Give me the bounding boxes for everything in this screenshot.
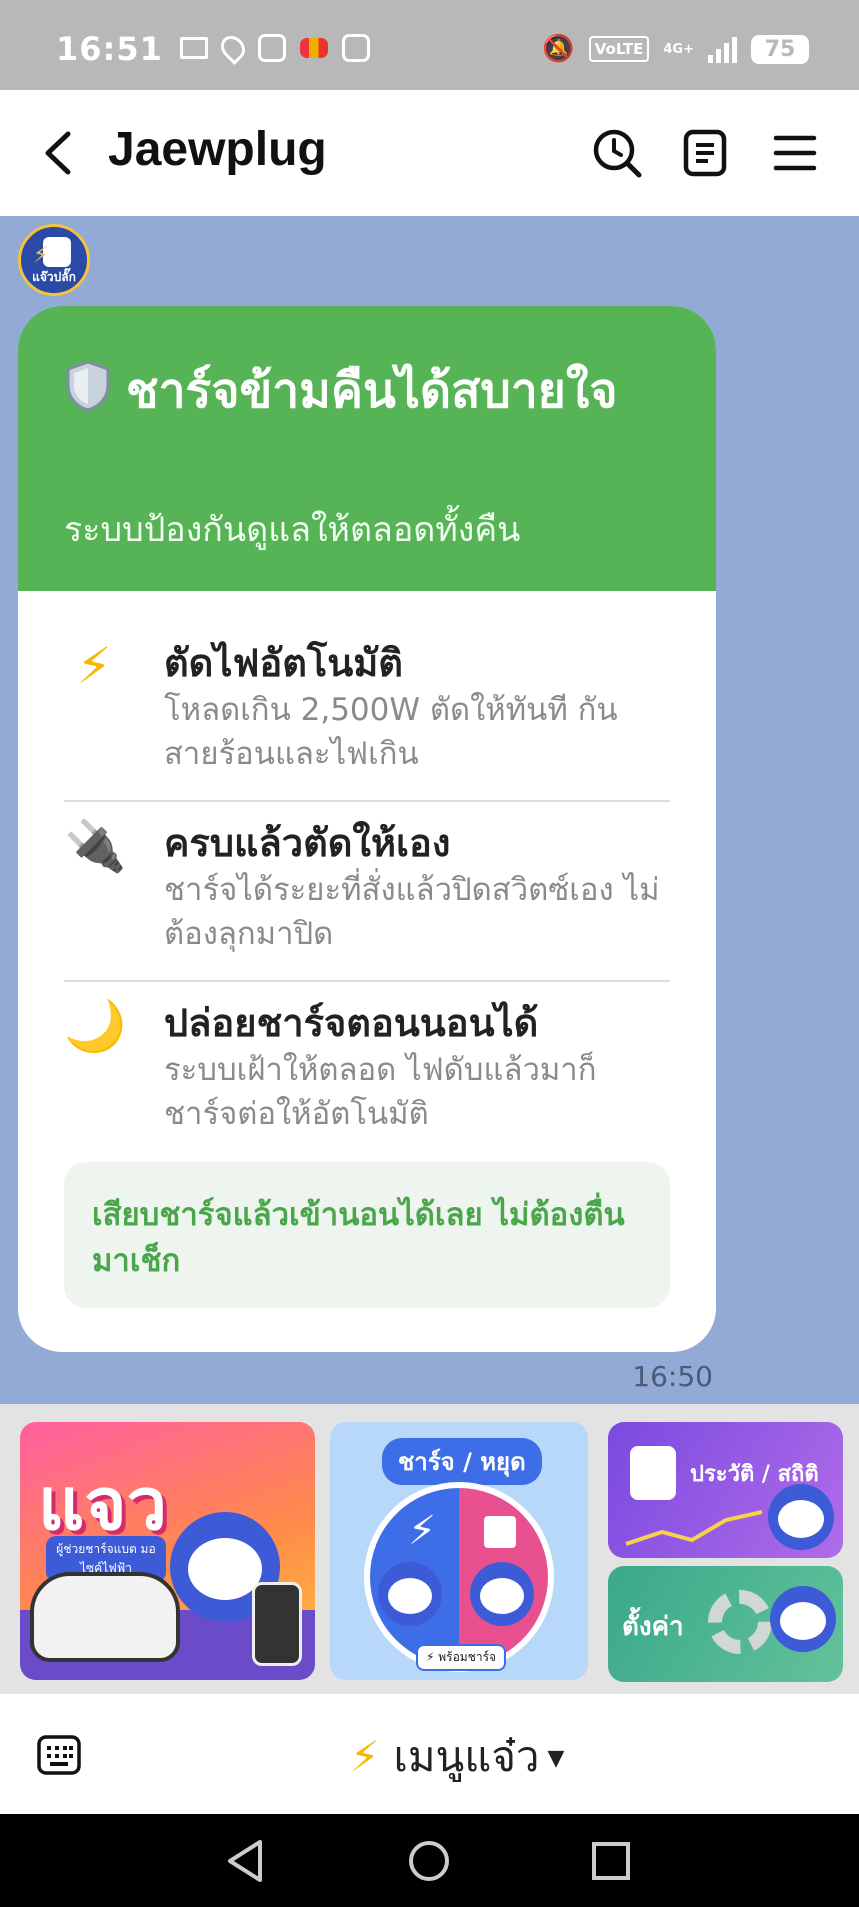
charger-icon: [252, 1582, 302, 1666]
location-icon: [216, 31, 250, 65]
feature-description: ชาร์จได้ระยะที่สั่งแล้วปิดสวิตซ์เอง ไม่ต…: [164, 872, 660, 952]
rich-menu-charge-stop-tile[interactable]: ชาร์จ / หยุด ⚡ ⚡ พร้อมชาร์จ: [330, 1422, 588, 1680]
status-time: 16:51: [56, 30, 163, 68]
tile-settings-label: ตั้งค่า: [622, 1612, 684, 1642]
shield-icon: [66, 360, 110, 412]
feature-title: ปล่อยชาร์จตอนนอนได้: [164, 1001, 539, 1045]
lightning-icon: ⚡: [76, 637, 112, 695]
menu-toggle-label: เมนูแจ๋ว: [393, 1732, 540, 1781]
android-nav-bar: [0, 1814, 859, 1907]
search-icon[interactable]: [590, 126, 644, 180]
chat-title: Jaewplug: [108, 123, 327, 176]
lightning-icon: ⚡: [350, 1732, 380, 1781]
mascot-robot-icon: [378, 1562, 442, 1626]
rich-menu-history-tile[interactable]: ประวัติ / สถิติ: [608, 1422, 843, 1558]
chart-clipboard-icon: [630, 1446, 676, 1500]
nav-recents-icon[interactable]: [584, 1834, 638, 1888]
signal-icon: [708, 35, 737, 63]
network-type: 4G+: [663, 41, 694, 57]
plug-icon: 🔌: [64, 817, 127, 875]
ready-to-charge-badge: ⚡ พร้อมชาร์จ: [416, 1644, 507, 1671]
rich-menu: แจว ผู้ช่วยชาร์จแบต มอไซค์ไฟฟ้า ชาร์จ / …: [0, 1404, 859, 1694]
stop-square-icon: [484, 1516, 516, 1548]
rich-menu-toggle[interactable]: ⚡ เมนูแจ๋ว ▼: [350, 1724, 564, 1790]
keyboard-icon[interactable]: [36, 1734, 82, 1776]
feature-description: ระบบเฝ้าให้ตลอด ไฟดับแล้วมาก็ชาร์จต่อให้…: [164, 1052, 597, 1132]
chat-area[interactable]: ⚡ แจ๊วปลั๊ก ชาร์จข้ามคืนได้สบายใจ ระบบป้…: [0, 216, 859, 1404]
nav-back-icon[interactable]: [220, 1834, 274, 1888]
note-box: เสียบชาร์จแล้วเข้านอนได้เลย ไม่ต้องตื่นม…: [64, 1162, 670, 1308]
status-bar: 16:51 🔕 VoLTE 4G+ 75: [0, 0, 859, 90]
gear-icon: [708, 1590, 772, 1654]
scooter-icon: [30, 1572, 180, 1662]
rich-menu-settings-tile[interactable]: ตั้งค่า: [608, 1566, 843, 1682]
back-arrow-icon[interactable]: [40, 130, 80, 176]
divider: [64, 800, 670, 802]
trend-line-icon: [625, 1510, 763, 1546]
flex-message-card: ชาร์จข้ามคืนได้สบายใจ ระบบป้องกันดูแลให้…: [18, 306, 716, 1352]
bottom-bar: ⚡ เมนูแจ๋ว ▼: [0, 1694, 859, 1814]
card-title-text: ชาร์จข้ามคืนได้สบายใจ: [126, 363, 618, 419]
feature-description: โหลดเกิน 2,500W ตัดให้ทันที กันสายร้อนแล…: [164, 692, 618, 772]
chat-header: Jaewplug: [0, 90, 859, 216]
notes-icon[interactable]: [678, 126, 732, 180]
volte-badge: VoLTE: [588, 36, 650, 62]
card-header: ชาร์จข้ามคืนได้สบายใจ ระบบป้องกันดูแลให้…: [18, 306, 716, 591]
instagram-icon: [258, 34, 286, 62]
mascot-robot-icon: [768, 1484, 834, 1550]
tile-charge-stop-label: ชาร์จ / หยุด: [382, 1438, 542, 1485]
mascot-robot-icon: [770, 1586, 836, 1652]
feature-title: ตัดไฟอัตโนมัติ: [164, 641, 403, 685]
card-subtitle: ระบบป้องกันดูแลให้ตลอดทั้งคืน: [64, 510, 521, 550]
gmail-icon: [180, 37, 208, 59]
rich-menu-home-tile[interactable]: แจว ผู้ช่วยชาร์จแบต มอไซค์ไฟฟ้า: [20, 1422, 315, 1680]
message-timestamp: 16:50: [632, 1360, 713, 1393]
caret-down-icon: ▼: [547, 1746, 565, 1771]
feature-title: ครบแล้วตัดให้เอง: [164, 821, 451, 865]
battery-indicator: 75: [751, 34, 809, 64]
instagram-icon: [342, 34, 370, 62]
feature-item: 🌙 ปล่อยชาร์จตอนนอนได้ ระบบเฝ้าให้ตลอด ไฟ…: [64, 992, 670, 1132]
feature-item: ⚡ ตัดไฟอัตโนมัติ โหลดเกิน 2,500W ตัดให้ท…: [64, 632, 670, 772]
nav-home-icon[interactable]: [402, 1834, 456, 1888]
notification-icons: [180, 31, 370, 65]
mascot-robot-icon: [470, 1562, 534, 1626]
lightning-icon: ⚡: [408, 1508, 437, 1554]
moon-icon: 🌙: [64, 997, 127, 1055]
bot-avatar[interactable]: ⚡ แจ๊วปลั๊ก: [18, 224, 90, 296]
mute-bell-icon: 🔕: [542, 34, 575, 64]
feature-item: 🔌 ครบแล้วตัดให้เอง ชาร์จได้ระยะที่สั่งแล…: [64, 812, 670, 952]
avatar-logo-text: แจ๊วปลั๊ก: [32, 270, 76, 284]
note-text: เสียบชาร์จแล้วเข้านอนได้เลย ไม่ต้องตื่นม…: [92, 1197, 625, 1279]
app-notification-icon: [300, 38, 328, 58]
hamburger-menu-icon[interactable]: [768, 126, 822, 180]
divider: [64, 980, 670, 982]
card-title: ชาร์จข้ามคืนได้สบายใจ: [64, 358, 664, 424]
system-icons: 🔕 VoLTE 4G+ 75: [542, 34, 809, 64]
